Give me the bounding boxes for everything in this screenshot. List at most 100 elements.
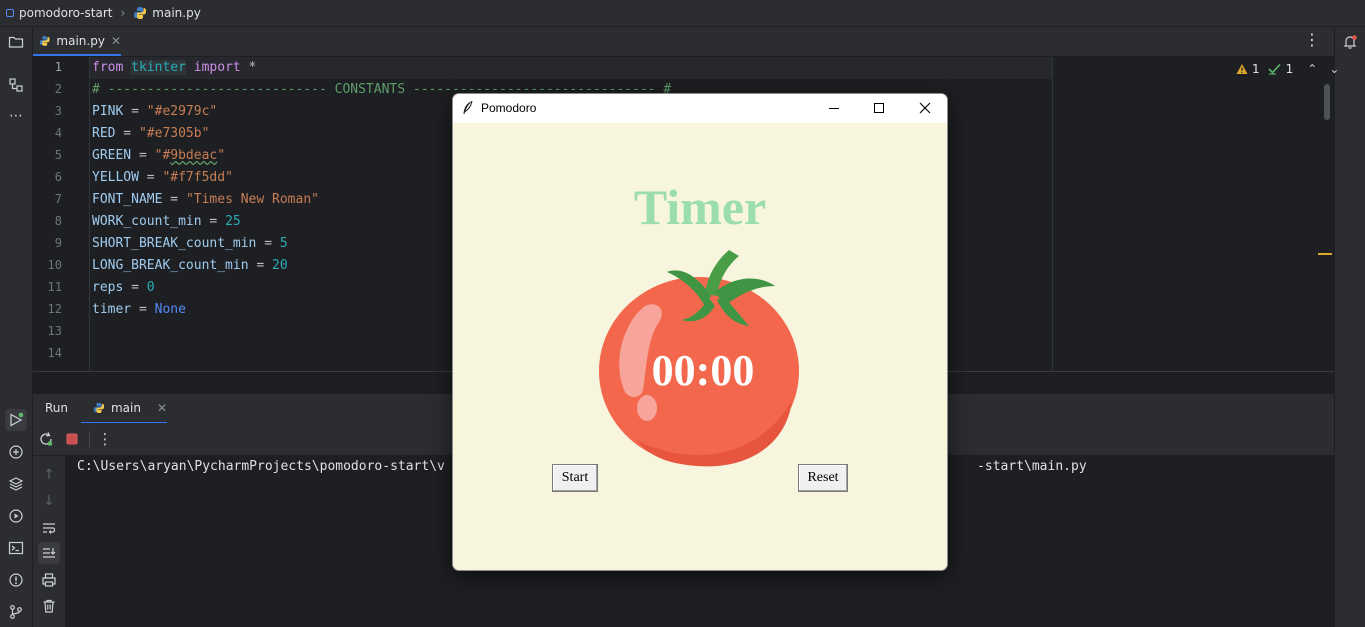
right-tool-stripe xyxy=(1334,27,1365,627)
structure-icon xyxy=(9,78,23,92)
scroll-up-button[interactable]: ↑ xyxy=(38,464,60,486)
breadcrumb-file[interactable]: main.py xyxy=(133,6,201,20)
soft-wrap-button[interactable] xyxy=(38,517,60,539)
code-line-4: RED = "#e7305b" xyxy=(92,126,210,141)
line-number-gutter: 1 2 3 4 5 6 7 8 9 10 11 12 13 14 xyxy=(33,57,90,371)
check-icon xyxy=(1268,63,1281,75)
warning-count: 1 xyxy=(1252,62,1260,76)
ok-count: 1 xyxy=(1285,62,1294,76)
clear-console-button[interactable] xyxy=(38,595,60,617)
python-file-icon xyxy=(39,35,50,46)
line-number: 2 xyxy=(54,82,62,96)
folder-icon xyxy=(8,36,24,48)
line-number: 1 xyxy=(54,60,62,74)
problems-button[interactable] xyxy=(5,569,27,591)
left-tool-stripe: ⋯ xyxy=(0,27,33,627)
right-margin-guide xyxy=(1052,57,1053,371)
line-number: 7 xyxy=(54,192,62,206)
run-side-toolbar: ↑ ↓ xyxy=(33,456,65,627)
services-icon xyxy=(9,509,23,523)
layers-icon xyxy=(8,477,24,491)
structure-tool-button[interactable] xyxy=(5,74,27,96)
window-title: Pomodoro xyxy=(481,101,537,115)
terminal-button[interactable] xyxy=(5,537,27,559)
problems-icon xyxy=(9,573,23,587)
services-button[interactable] xyxy=(5,505,27,527)
close-icon xyxy=(919,102,931,114)
warning-icon xyxy=(1236,64,1248,74)
line-number: 12 xyxy=(47,302,62,316)
timer-heading: Timer xyxy=(633,179,767,235)
line-number: 9 xyxy=(54,236,62,250)
start-button[interactable]: Start xyxy=(552,464,598,492)
minimize-button[interactable] xyxy=(824,98,844,118)
more-vertical-icon: ⋮ xyxy=(97,429,113,448)
chevron-up-icon[interactable]: ⌃ xyxy=(1307,62,1317,76)
editor-tab-label: main.py xyxy=(56,33,105,48)
editor-tab-bar: main.py ✕ ⋮ xyxy=(33,27,1334,57)
more-tools-button[interactable]: ⋯ xyxy=(5,105,27,127)
version-control-button[interactable] xyxy=(5,601,27,623)
editor-scrollbar-thumb[interactable] xyxy=(1324,84,1330,120)
line-number: 6 xyxy=(54,170,62,184)
stop-button[interactable] xyxy=(61,428,83,450)
scroll-to-end-button[interactable] xyxy=(38,542,60,564)
close-icon[interactable]: ✕ xyxy=(111,34,121,48)
project-tool-button[interactable] xyxy=(5,31,27,53)
run-tab-main[interactable]: main ✕ xyxy=(81,394,167,424)
python-console-button[interactable] xyxy=(5,441,27,463)
chevron-down-icon[interactable]: ⌄ xyxy=(1329,62,1339,76)
arrow-up-icon: ↑ xyxy=(43,467,55,483)
inspection-widget[interactable]: 1 1 ⌃ ⌄ xyxy=(1236,62,1339,76)
scroll-down-button[interactable]: ↓ xyxy=(38,490,60,512)
timer-countdown: 00:00 xyxy=(651,346,755,395)
more-vertical-icon[interactable]: ⋮ xyxy=(1304,32,1320,48)
navigation-bar: pomodoro-start › main.py xyxy=(0,0,1365,27)
tk-feather-icon xyxy=(463,100,473,114)
code-line-8: WORK_count_min = 25 xyxy=(92,214,241,229)
code-line-9: SHORT_BREAK_count_min = 5 xyxy=(92,236,288,251)
python-packages-button[interactable] xyxy=(5,473,27,495)
run-icon xyxy=(10,412,24,427)
rerun-icon xyxy=(40,432,53,446)
run-tool-button[interactable] xyxy=(5,409,27,431)
code-line-1: from tkinter import * xyxy=(92,60,257,75)
more-options-button[interactable]: ⋮ xyxy=(94,428,116,450)
rerun-button[interactable] xyxy=(35,428,57,450)
maximize-button[interactable] xyxy=(869,98,889,118)
editor-tab-main-py[interactable]: main.py ✕ xyxy=(33,27,121,56)
minimize-icon xyxy=(829,108,839,109)
line-number: 5 xyxy=(54,148,62,162)
line-number: 8 xyxy=(54,214,62,228)
python-file-icon xyxy=(93,402,105,414)
close-icon[interactable]: ✕ xyxy=(157,401,167,415)
maximize-icon xyxy=(874,103,884,113)
notifications-button[interactable] xyxy=(1339,31,1361,53)
scroll-to-end-icon xyxy=(43,548,56,558)
arrow-down-icon: ↓ xyxy=(43,493,55,509)
git-branch-icon xyxy=(10,605,22,619)
run-tab-label: main xyxy=(110,401,141,415)
line-number: 10 xyxy=(47,258,62,272)
print-button[interactable] xyxy=(38,569,60,591)
bell-icon xyxy=(1343,35,1357,49)
print-icon xyxy=(42,573,56,587)
module-icon xyxy=(6,9,14,17)
line-number: 14 xyxy=(47,346,62,360)
close-window-button[interactable] xyxy=(915,98,935,118)
run-tool-window-title: Run xyxy=(45,401,69,415)
window-titlebar[interactable]: Pomodoro xyxy=(453,94,947,123)
python-console-icon xyxy=(9,445,23,459)
breadcrumb-project[interactable]: pomodoro-start xyxy=(6,6,112,20)
line-number: 13 xyxy=(47,324,62,338)
more-horizontal-icon: ⋯ xyxy=(9,108,23,124)
toolbar-separator xyxy=(89,431,90,448)
reset-button[interactable]: Reset xyxy=(798,464,848,492)
line-number: 4 xyxy=(54,126,62,140)
file-name: main.py xyxy=(152,6,201,20)
code-line-6: YELLOW = "#f7f5dd" xyxy=(92,170,233,185)
code-line-5: GREEN = "#9bdeac" xyxy=(92,148,226,163)
code-line-7: FONT_NAME = "Times New Roman" xyxy=(92,192,319,207)
warning-stripe-marker[interactable] xyxy=(1318,253,1332,255)
code-line-10: LONG_BREAK_count_min = 20 xyxy=(92,258,288,273)
